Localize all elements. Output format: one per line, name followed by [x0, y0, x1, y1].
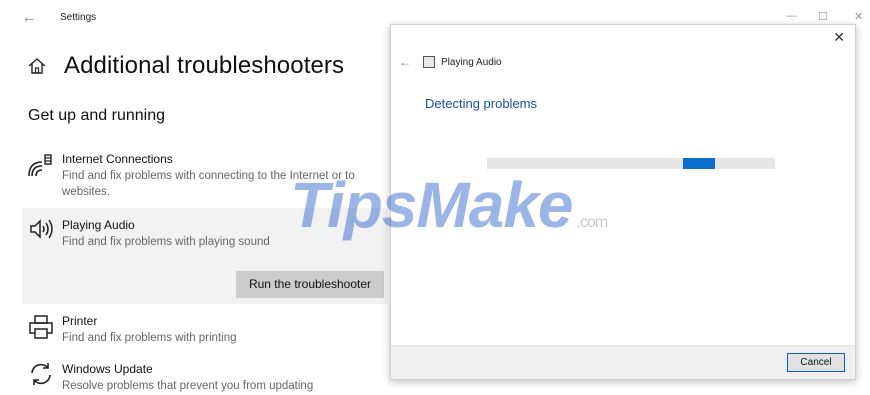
dialog-heading: Detecting problems	[425, 96, 537, 111]
close-icon[interactable]: ✕	[854, 10, 863, 23]
troubleshooter-name: Playing Audio	[62, 218, 135, 232]
troubleshooter-name: Printer	[62, 314, 98, 328]
printer-icon	[29, 315, 53, 339]
minimize-icon[interactable]: —	[786, 10, 797, 22]
troubleshooter-desc: Resolve problems that prevent you from u…	[62, 380, 314, 392]
watermark-text: TipsMake	[290, 169, 573, 241]
run-troubleshooter-button[interactable]: Run the troubleshooter	[236, 271, 384, 298]
troubleshooter-printer[interactable]: Printer Find and fix problems with print…	[22, 310, 388, 350]
watermark-suffix: .com	[576, 214, 609, 231]
dialog-title: Playing Audio	[441, 57, 502, 68]
troubleshooter-name: Windows Update	[62, 362, 153, 376]
wifi-icon	[28, 154, 52, 177]
troubleshooter-name: Internet Connections	[62, 152, 173, 166]
cancel-button[interactable]: Cancel	[787, 353, 845, 372]
back-arrow-icon[interactable]: ←	[399, 55, 411, 69]
dialog-footer: Cancel	[391, 345, 855, 379]
page-title: Additional troubleshooters	[64, 52, 345, 79]
refresh-icon	[31, 363, 51, 385]
window-title: Settings	[60, 12, 97, 23]
watermark: TipsMake .com	[290, 168, 609, 242]
maximize-icon[interactable]: ☐	[818, 10, 828, 23]
speaker-icon	[30, 219, 53, 239]
troubleshooter-app-icon	[423, 56, 435, 68]
progress-indicator	[682, 158, 715, 169]
troubleshooter-desc: Find and fix problems with printing	[62, 332, 237, 344]
back-arrow-icon[interactable]: ←	[22, 9, 36, 25]
home-icon[interactable]	[26, 55, 48, 77]
section-title: Get up and running	[28, 107, 165, 124]
close-icon[interactable]: ✕	[833, 29, 845, 46]
troubleshooter-windows-update[interactable]: Windows Update Resolve problems that pre…	[22, 358, 388, 395]
